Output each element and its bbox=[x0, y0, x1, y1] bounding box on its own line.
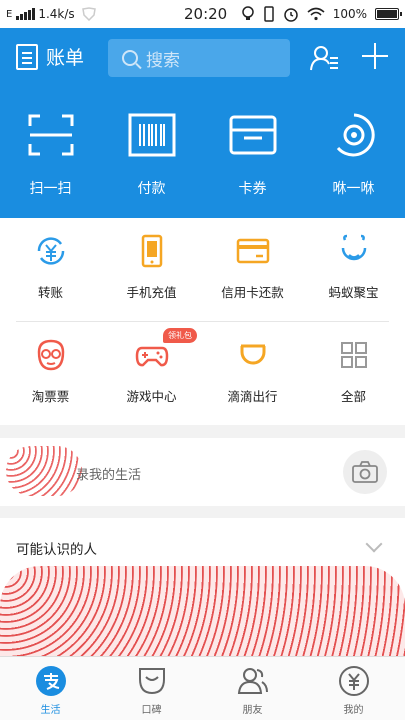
clock: 20:20 bbox=[184, 5, 228, 23]
gift-badge: 领礼包 bbox=[163, 328, 197, 343]
service-credit-card[interactable]: 信用卡还款 bbox=[202, 234, 303, 301]
wallet-icon bbox=[338, 666, 369, 696]
service-game-center[interactable]: 领礼包 游戏中心 bbox=[101, 328, 202, 405]
service-label: 蚂蚁聚宝 bbox=[328, 285, 379, 300]
barcode-icon bbox=[128, 113, 175, 157]
bill-button[interactable]: 账单 bbox=[16, 43, 84, 70]
quick-actions: 扫一扫 付款 卡券 咻一咻 bbox=[0, 112, 405, 198]
credit-card-icon bbox=[236, 238, 269, 264]
service-label: 转账 bbox=[37, 285, 63, 300]
moments-card[interactable]: 录我的生活 bbox=[0, 438, 405, 506]
service-label: 全部 bbox=[340, 389, 366, 404]
search-input[interactable]: 搜索 bbox=[108, 39, 290, 77]
bill-icon bbox=[16, 43, 38, 70]
grid-all-icon bbox=[340, 342, 367, 368]
service-didi[interactable]: 滴滴出行 bbox=[202, 338, 303, 405]
tab-label: 朋友 bbox=[242, 705, 263, 716]
battery-percent: 100% bbox=[332, 7, 367, 21]
scan-icon bbox=[28, 114, 73, 156]
service-grid: 转账 手机充值 信用卡还款 蚂蚁聚宝 淘票票 领礼包 游戏中心 滴滴出行 全部 bbox=[0, 218, 405, 425]
quick-action-label: 卡券 bbox=[238, 181, 267, 197]
search-icon bbox=[122, 50, 138, 66]
wifi-icon bbox=[307, 7, 325, 21]
tab-koubei[interactable]: 口碑 bbox=[101, 657, 202, 720]
service-transfer[interactable]: 转账 bbox=[0, 234, 101, 301]
service-all[interactable]: 全部 bbox=[303, 338, 404, 405]
xiu-icon bbox=[336, 113, 375, 157]
quick-action-label: 咻一咻 bbox=[332, 181, 375, 197]
camera-button[interactable] bbox=[343, 450, 387, 494]
camera-icon bbox=[352, 461, 378, 483]
friends-icon bbox=[237, 668, 268, 694]
shield-icon bbox=[81, 7, 96, 21]
battery-icon bbox=[375, 8, 402, 20]
transfer-icon bbox=[37, 237, 64, 265]
redacted-people-list bbox=[0, 566, 405, 662]
divider bbox=[16, 321, 389, 322]
service-ant-fortune[interactable]: 蚂蚁聚宝 bbox=[303, 234, 404, 301]
quick-action-coupons[interactable]: 卡券 bbox=[202, 112, 303, 198]
network-type: E bbox=[6, 8, 13, 20]
contacts-icon[interactable] bbox=[310, 44, 340, 72]
quick-action-scan[interactable]: 扫一扫 bbox=[0, 112, 101, 198]
didi-icon bbox=[240, 344, 265, 365]
ant-fortune-icon bbox=[341, 234, 366, 261]
tab-life[interactable]: 生活 bbox=[0, 657, 101, 720]
status-bar: E 1.4k/s 20:20 100% bbox=[0, 0, 405, 28]
tab-label: 生活 bbox=[40, 705, 61, 716]
service-label: 淘票票 bbox=[31, 389, 70, 404]
network-speed: 1.4k/s bbox=[38, 7, 75, 21]
service-label: 手机充值 bbox=[126, 285, 177, 300]
moments-prompt: 录我的生活 bbox=[76, 468, 142, 483]
search-placeholder: 搜索 bbox=[146, 50, 180, 71]
top-bar: 账单 搜索 bbox=[0, 39, 405, 77]
tab-label: 我的 bbox=[343, 705, 364, 716]
koubei-icon bbox=[138, 668, 165, 695]
chevron-down-icon[interactable] bbox=[365, 535, 383, 553]
avatar bbox=[6, 446, 82, 496]
gamepad-icon bbox=[135, 346, 168, 367]
signal-icon bbox=[16, 8, 36, 20]
card-wallet-icon bbox=[229, 115, 276, 155]
quick-action-pay[interactable]: 付款 bbox=[101, 112, 202, 198]
service-phone-topup[interactable]: 手机充值 bbox=[101, 234, 202, 301]
alipay-home-screen: E 1.4k/s 20:20 100% 账单 搜索 扫一扫 付款 卡券 咻一咻 … bbox=[0, 0, 405, 720]
service-taopiaopiao[interactable]: 淘票票 bbox=[0, 338, 101, 405]
phone-topup-icon bbox=[141, 234, 162, 268]
alarm-icon bbox=[283, 8, 298, 22]
tab-mine[interactable]: 我的 bbox=[303, 657, 404, 720]
service-label: 滴滴出行 bbox=[227, 389, 278, 404]
quick-action-xiu[interactable]: 咻一咻 bbox=[303, 112, 404, 198]
tab-label: 口碑 bbox=[141, 705, 162, 716]
add-button[interactable] bbox=[362, 43, 388, 69]
service-label: 游戏中心 bbox=[126, 389, 177, 404]
service-label: 信用卡还款 bbox=[221, 285, 284, 300]
people-card: 可能认识的人 bbox=[0, 518, 405, 662]
taopiaopiao-icon bbox=[37, 339, 64, 371]
bill-label: 账单 bbox=[46, 47, 85, 69]
quick-action-label: 付款 bbox=[137, 181, 166, 197]
header: 账单 搜索 扫一扫 付款 卡券 咻一咻 bbox=[0, 28, 405, 218]
people-title: 可能认识的人 bbox=[16, 542, 97, 558]
alipay-icon bbox=[35, 666, 66, 696]
vibrate-icon bbox=[263, 6, 274, 22]
bulb-icon bbox=[241, 6, 254, 20]
tab-friends[interactable]: 朋友 bbox=[202, 657, 303, 720]
tab-bar: 生活 口碑 朋友 我的 bbox=[0, 656, 405, 720]
quick-action-label: 扫一扫 bbox=[29, 181, 72, 197]
